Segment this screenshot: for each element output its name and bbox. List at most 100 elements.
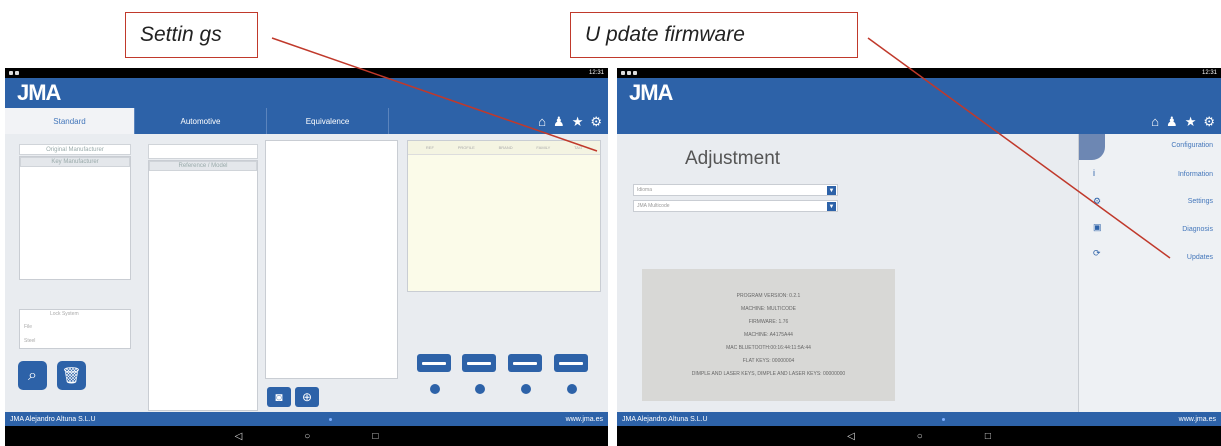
device-screen-left: 12:31 JMA Standard Automotive Equivalenc… — [5, 68, 608, 446]
chevron-down-icon[interactable]: ▼ — [827, 186, 836, 195]
side-item-updates[interactable]: Updates — [1187, 254, 1213, 261]
camera-button[interactable]: ◙ — [267, 387, 291, 407]
footer-url[interactable]: www.jma.es — [1179, 416, 1216, 423]
mac-bluetooth: MAC BLUETOOTH:00:16:44:11:5A:44 — [726, 345, 811, 351]
footer-company: JMA Alejandro Altuna S.L.U — [622, 415, 708, 423]
user-icon[interactable]: ♟ — [1166, 115, 1178, 128]
machine-id: MACHINE: A4175A44 — [744, 332, 793, 338]
star-icon[interactable]: ★ — [1185, 115, 1197, 128]
page-indicator-icon — [941, 417, 945, 421]
callout-settings: Settin gs — [125, 12, 258, 58]
callout-firmware-text: U pdate firmware — [585, 23, 745, 46]
side-item-configuration[interactable]: Configuration — [1171, 142, 1213, 149]
tool-bar: ⌂ ♟ ★ ⚙ — [617, 108, 1221, 134]
radio-laser[interactable] — [521, 384, 531, 394]
laser-key-button[interactable] — [508, 354, 542, 372]
info-icon: i — [1093, 168, 1095, 178]
manufacturer-list[interactable]: Key Manufacturer — [19, 156, 131, 280]
page-indicator-icon — [329, 417, 333, 421]
machine-name: MACHINE: MULTICODE — [741, 306, 796, 312]
home-nav-icon[interactable]: ○ — [304, 431, 310, 442]
footer-company: JMA Alejandro Altuna S.L.U — [10, 415, 96, 423]
settings-icon: ⚙ — [1093, 196, 1102, 206]
tab-automotive[interactable]: Automotive — [135, 108, 267, 134]
delete-button[interactable]: 🗑 — [57, 361, 86, 390]
footer-url[interactable]: www.jma.es — [566, 416, 603, 423]
tubular-key-button[interactable] — [554, 354, 588, 372]
page-title: Adjustment — [685, 148, 781, 169]
brand-header: JMA — [617, 78, 1221, 108]
chevron-down-icon[interactable]: ▼ — [827, 202, 836, 211]
side-item-diagnosis[interactable]: Diagnosis — [1182, 226, 1213, 233]
adjustment-content: Adjustment Idioma ▼ JMA Multicode ▼ PROG… — [617, 134, 1221, 412]
reference-search-field[interactable] — [148, 144, 258, 159]
updates-icon: ⟳ — [1093, 248, 1101, 258]
col-ref: REF — [425, 145, 434, 150]
notification-icons — [9, 71, 19, 75]
dimple-key-button[interactable] — [462, 354, 496, 372]
search-content: Original Manufacturer Key Manufacturer R… — [5, 134, 608, 412]
firmware-version: FIRMWARE: 1.76 — [748, 319, 789, 325]
language-value: Idioma — [637, 187, 653, 193]
radio-dimple[interactable] — [475, 384, 485, 394]
home-icon[interactable]: ⌂ — [538, 115, 546, 128]
file-label: File — [24, 324, 33, 330]
original-manufacturer-field[interactable]: Original Manufacturer — [19, 144, 131, 155]
reference-model-field[interactable]: Reference / Model — [149, 161, 257, 171]
language-select[interactable]: Idioma ▼ — [633, 184, 838, 196]
key-manufacturer-field[interactable]: Key Manufacturer — [20, 157, 130, 167]
side-item-settings[interactable]: Settings — [1188, 198, 1213, 205]
home-icon[interactable]: ⌂ — [1151, 115, 1159, 128]
dimple-laser-keys-count: DIMPLE AND LASER KEYS, DIMPLE AND LASER … — [691, 371, 846, 377]
user-icon[interactable]: ♟ — [553, 115, 565, 128]
callout-settings-text: Settin gs — [140, 23, 222, 46]
diagnosis-icon: ▣ — [1093, 222, 1102, 232]
gear-icon[interactable]: ⚙ — [590, 115, 602, 128]
callout-update-firmware: U pdate firmware — [570, 12, 858, 58]
col-profile: PROFILE — [457, 145, 475, 150]
device-screen-right: 12:31 JMA ⌂ ♟ ★ ⚙ Adjustment Idioma ▼ JM… — [617, 68, 1221, 446]
col-brand: BRAND — [498, 145, 513, 150]
footer-bar: JMA Alejandro Altuna S.L.U www.jma.es — [5, 412, 608, 426]
col-tag: TAG — [574, 145, 583, 150]
toolbar-icons: ⌂ ♟ ★ ⚙ — [538, 108, 602, 134]
tab-bar: Standard Automotive Equivalence ⌂ ♟ ★ ⚙ — [5, 108, 608, 134]
home-nav-icon[interactable]: ○ — [917, 431, 923, 442]
search-button[interactable]: ⌕ — [18, 361, 47, 390]
results-table: REF PROFILE BRAND FAMILY TAG — [407, 140, 601, 292]
tab-standard[interactable]: Standard — [5, 108, 135, 134]
recent-apps-icon[interactable]: □ — [372, 431, 378, 442]
status-bar: 12:31 — [5, 68, 608, 78]
jma-logo: JMA — [17, 80, 61, 105]
key-image-panel — [265, 140, 398, 379]
footer-bar: JMA Alejandro Altuna S.L.U www.jma.es — [617, 412, 1221, 426]
jma-logo: JMA — [629, 80, 673, 105]
flat-keys-count: FLAT KEYS: 00000004 — [742, 358, 795, 364]
status-bar: 12:31 — [617, 68, 1221, 78]
flat-key-button[interactable] — [417, 354, 451, 372]
col-family: FAMILY — [536, 145, 551, 150]
toolbar-icons: ⌂ ♟ ★ ⚙ — [1151, 108, 1215, 134]
lock-system-label: Lock System — [50, 311, 79, 317]
recent-apps-icon[interactable]: □ — [985, 431, 991, 442]
side-menu: Configuration i Information ⚙ Settings ▣… — [1078, 134, 1221, 412]
add-button[interactable]: ⊕ — [295, 387, 319, 407]
configuration-icon — [1079, 134, 1105, 160]
gear-icon[interactable]: ⚙ — [1203, 115, 1215, 128]
brand-header: JMA — [5, 78, 608, 108]
machine-value: JMA Multicode — [637, 203, 670, 209]
machine-select[interactable]: JMA Multicode ▼ — [633, 200, 838, 212]
status-time: 12:31 — [588, 70, 604, 76]
program-version: PROGRAM VERSION: 0.2.1 — [736, 293, 801, 299]
reference-list[interactable]: Reference / Model — [148, 160, 258, 411]
android-nav-bar: ◁ ○ □ — [5, 426, 608, 446]
radio-flat[interactable] — [430, 384, 440, 394]
radio-tubular[interactable] — [567, 384, 577, 394]
tab-equivalence[interactable]: Equivalence — [267, 108, 389, 134]
back-icon[interactable]: ◁ — [235, 431, 243, 442]
results-header: REF PROFILE BRAND FAMILY TAG — [408, 141, 600, 155]
side-item-information[interactable]: Information — [1178, 171, 1213, 178]
notification-icons — [621, 71, 637, 75]
star-icon[interactable]: ★ — [572, 115, 584, 128]
back-icon[interactable]: ◁ — [847, 431, 855, 442]
